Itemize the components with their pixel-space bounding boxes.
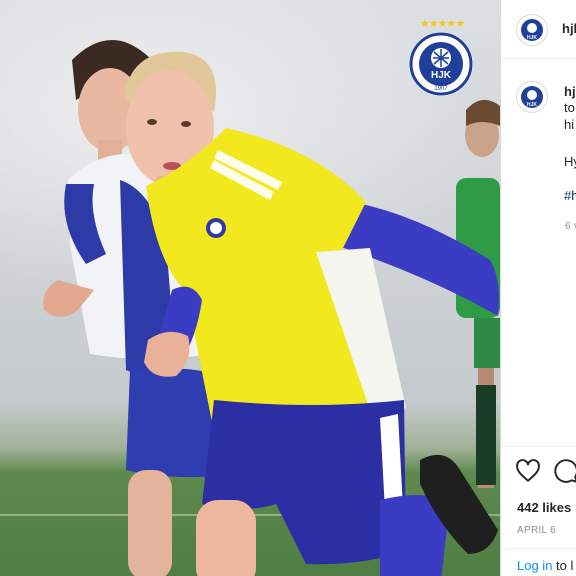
caption-hashtag[interactable]: #h — [564, 188, 576, 203]
likes-count[interactable]: 442 likes — [517, 500, 571, 515]
caption-line-2: hi — [564, 117, 575, 132]
caption-line-3: Hy — [564, 154, 576, 169]
main-player — [124, 51, 499, 576]
caption-avatar[interactable]: HJK — [516, 81, 548, 113]
footer-divider — [501, 548, 576, 549]
post-date: APRIL 6 — [517, 525, 556, 536]
profile-avatar[interactable]: HJK — [516, 14, 548, 46]
actions-divider — [501, 446, 576, 447]
club-crest: ★★★★★ HJK 1907 — [408, 18, 474, 98]
caption-time-ago: 6 v — [565, 221, 576, 232]
post-photo[interactable]: ★★★★★ HJK 1907 — [0, 0, 500, 576]
header-divider — [501, 58, 576, 59]
login-prompt: Log in to l — [517, 558, 573, 573]
hjk-badge-icon: HJK 1907 — [409, 32, 473, 96]
heart-icon[interactable] — [515, 458, 541, 484]
svg-text:HJK: HJK — [527, 102, 537, 108]
login-prompt-rest: to l — [552, 558, 574, 573]
comment-icon[interactable] — [553, 458, 576, 484]
caption-line-1: to — [564, 100, 575, 115]
crest-stars: ★★★★★ — [419, 18, 465, 30]
header-username[interactable]: hjl — [562, 21, 576, 36]
crest-year: 1907 — [434, 86, 448, 92]
login-link[interactable]: Log in — [517, 558, 552, 573]
caption-username[interactable]: hj — [564, 84, 576, 99]
post-sidebar: HJK hjl HJK hj to hi Hy #h 6 v 442 likes… — [500, 0, 576, 576]
svg-text:HJK: HJK — [431, 70, 452, 81]
svg-text:HJK: HJK — [527, 35, 537, 41]
